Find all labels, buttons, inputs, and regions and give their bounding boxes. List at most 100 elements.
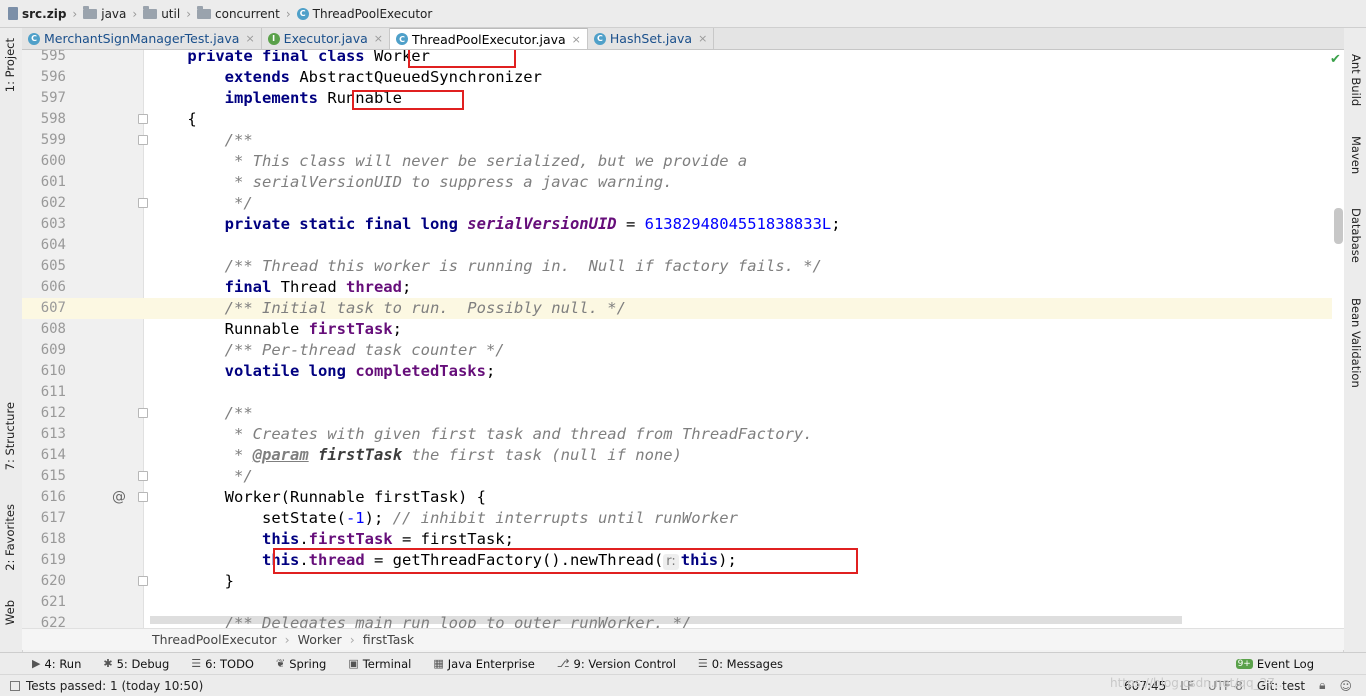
code-token: firstTask: [308, 320, 393, 338]
code-token: completedTasks: [355, 362, 486, 380]
code-line[interactable]: 618 this.firstTask = firstTask;: [22, 529, 1332, 550]
status-message[interactable]: Tests passed: 1 (today 10:50): [26, 679, 203, 693]
code-line[interactable]: 601 * serialVersionUID to suppress a jav…: [22, 172, 1332, 193]
code-text: }: [150, 571, 234, 592]
code-line[interactable]: 604: [22, 235, 1332, 256]
inspector-icon[interactable]: ☺: [1339, 679, 1352, 693]
code-text: volatile long completedTasks;: [150, 361, 496, 382]
tab-3[interactable]: C HashSet.java ×: [588, 28, 715, 49]
tool-window-ant-build[interactable]: Ant Build: [1349, 54, 1363, 106]
code-text: private static final long serialVersionU…: [150, 214, 841, 235]
code-line[interactable]: 607 /** Initial task to run. Possibly nu…: [22, 298, 1332, 319]
close-icon[interactable]: ×: [572, 33, 581, 46]
breadcrumb-item-3[interactable]: concurrent ›: [197, 5, 295, 21]
tool-window-run[interactable]: ▶ 4: Run: [32, 657, 81, 671]
code-line[interactable]: 596 extends AbstractQueuedSynchronizer: [22, 67, 1332, 88]
line-number: 621: [40, 594, 66, 610]
tool-window-spring[interactable]: ❦ Spring: [276, 657, 326, 671]
code-line[interactable]: 614 * @param firstTask the first task (n…: [22, 445, 1332, 466]
tool-window-label: Spring: [289, 656, 327, 671]
code-token: /** Initial task to run. Possibly null. …: [224, 299, 626, 317]
tool-window-todo[interactable]: ☰ 6: TODO: [191, 657, 254, 671]
code-line[interactable]: 609 /** Per-thread task counter */: [22, 340, 1332, 361]
code-line[interactable]: 598 {: [22, 109, 1332, 130]
line-number: 615: [40, 468, 66, 484]
tab-1[interactable]: I Executor.java ×: [262, 28, 390, 49]
code-line[interactable]: 606 final Thread thread;: [22, 277, 1332, 298]
code-line[interactable]: 616 Worker(Runnable firstTask) {@: [22, 487, 1332, 508]
tool-window-structure[interactable]: 7: Structure: [3, 402, 17, 470]
code-text: final Thread thread;: [150, 277, 412, 298]
code-line[interactable]: 602 */: [22, 193, 1332, 214]
version-control-icon: ⎇: [556, 657, 570, 670]
code-line[interactable]: 615 */: [22, 466, 1332, 487]
tool-window-messages[interactable]: ☰ 0: Messages: [698, 657, 783, 671]
tool-window-web[interactable]: Web: [3, 600, 17, 625]
toggle-tool-windows-icon[interactable]: [10, 680, 20, 691]
code-line[interactable]: 622 /** Delegates main run loop to outer…: [22, 613, 1332, 628]
fold-marker-icon[interactable]: [138, 492, 148, 502]
tab-label: HashSet.java: [609, 31, 693, 46]
code-line[interactable]: 605 /** Thread this worker is running in…: [22, 256, 1332, 277]
fold-marker-icon[interactable]: [138, 135, 148, 145]
tool-window-bean-validation[interactable]: Bean Validation: [1349, 298, 1363, 388]
close-icon[interactable]: ×: [698, 32, 707, 45]
tab-2[interactable]: C ThreadPoolExecutor.java ×: [390, 28, 588, 49]
breadcrumb-item-4[interactable]: C ThreadPoolExecutor: [296, 7, 432, 21]
code-line[interactable]: 610 volatile long completedTasks;: [22, 361, 1332, 382]
fold-marker-icon[interactable]: [138, 576, 148, 586]
breadcrumb-item-2[interactable]: util ›: [143, 5, 195, 21]
terminal-icon: ▣: [348, 657, 359, 670]
tool-window-maven[interactable]: Maven: [1349, 136, 1363, 174]
close-icon[interactable]: ×: [374, 32, 383, 45]
line-number: 620: [40, 573, 66, 589]
vertical-scrollbar-thumb[interactable]: [1334, 208, 1343, 244]
todo-icon: ☰: [191, 657, 202, 670]
fold-marker-icon[interactable]: [138, 471, 148, 481]
code-line[interactable]: 621: [22, 592, 1332, 613]
fold-marker-icon[interactable]: [138, 114, 148, 124]
tool-window-favorites[interactable]: 2: Favorites: [3, 504, 17, 571]
code-text: this.firstTask = firstTask;: [150, 529, 514, 550]
code-line[interactable]: 613 * Creates with given first task and …: [22, 424, 1332, 445]
line-number: 611: [40, 384, 66, 400]
event-log-badge: 9+: [1235, 658, 1253, 669]
code-breadcrumb-class[interactable]: ThreadPoolExecutor: [152, 632, 277, 647]
tool-window-version-control[interactable]: ⎇ 9: Version Control: [557, 657, 676, 671]
tool-window-java-enterprise[interactable]: ▦ Java Enterprise: [433, 657, 535, 671]
line-number: 595: [40, 50, 66, 64]
tool-window-project[interactable]: 1: Project: [3, 38, 17, 92]
code-line[interactable]: 603 private static final long serialVers…: [22, 214, 1332, 235]
code-line[interactable]: 600 * This class will never be serialize…: [22, 151, 1332, 172]
lock-icon[interactable]: 🔒︎: [1319, 678, 1325, 693]
code-token: volatile long: [224, 362, 356, 380]
code-breadcrumb-field[interactable]: firstTask: [363, 632, 414, 647]
code-editor[interactable]: ✔ 595 private final class Worker 596 exte…: [22, 50, 1344, 628]
tab-0[interactable]: C MerchantSignManagerTest.java ×: [22, 28, 262, 49]
code-text: /**: [150, 130, 253, 151]
fold-marker-icon[interactable]: [138, 408, 148, 418]
tool-window-database[interactable]: Database: [1349, 208, 1363, 263]
breadcrumb-item-1[interactable]: java ›: [83, 5, 141, 21]
code-line[interactable]: 595 private final class Worker: [22, 50, 1332, 67]
tool-window-terminal[interactable]: ▣ Terminal: [348, 657, 411, 671]
close-icon[interactable]: ×: [245, 32, 254, 45]
code-line[interactable]: 608 Runnable firstTask;: [22, 319, 1332, 340]
code-line[interactable]: 599 /**: [22, 130, 1332, 151]
code-breadcrumb-inner-class[interactable]: Worker: [298, 632, 342, 647]
code-line[interactable]: 617 setState(-1); // inhibit interrupts …: [22, 508, 1332, 529]
breadcrumb-item-0[interactable]: src.zip ›: [8, 7, 81, 21]
tool-window-debug[interactable]: ✱ 5: Debug: [103, 657, 169, 671]
code-line[interactable]: 620 }: [22, 571, 1332, 592]
event-log-button[interactable]: 9+ Event Log: [1235, 657, 1314, 671]
code-line[interactable]: 611: [22, 382, 1332, 403]
code-line[interactable]: 597 implements Runnable: [22, 88, 1332, 109]
fold-marker-icon[interactable]: [138, 198, 148, 208]
override-marker-icon[interactable]: @: [112, 487, 126, 508]
code-line[interactable]: 612 /**: [22, 403, 1332, 424]
